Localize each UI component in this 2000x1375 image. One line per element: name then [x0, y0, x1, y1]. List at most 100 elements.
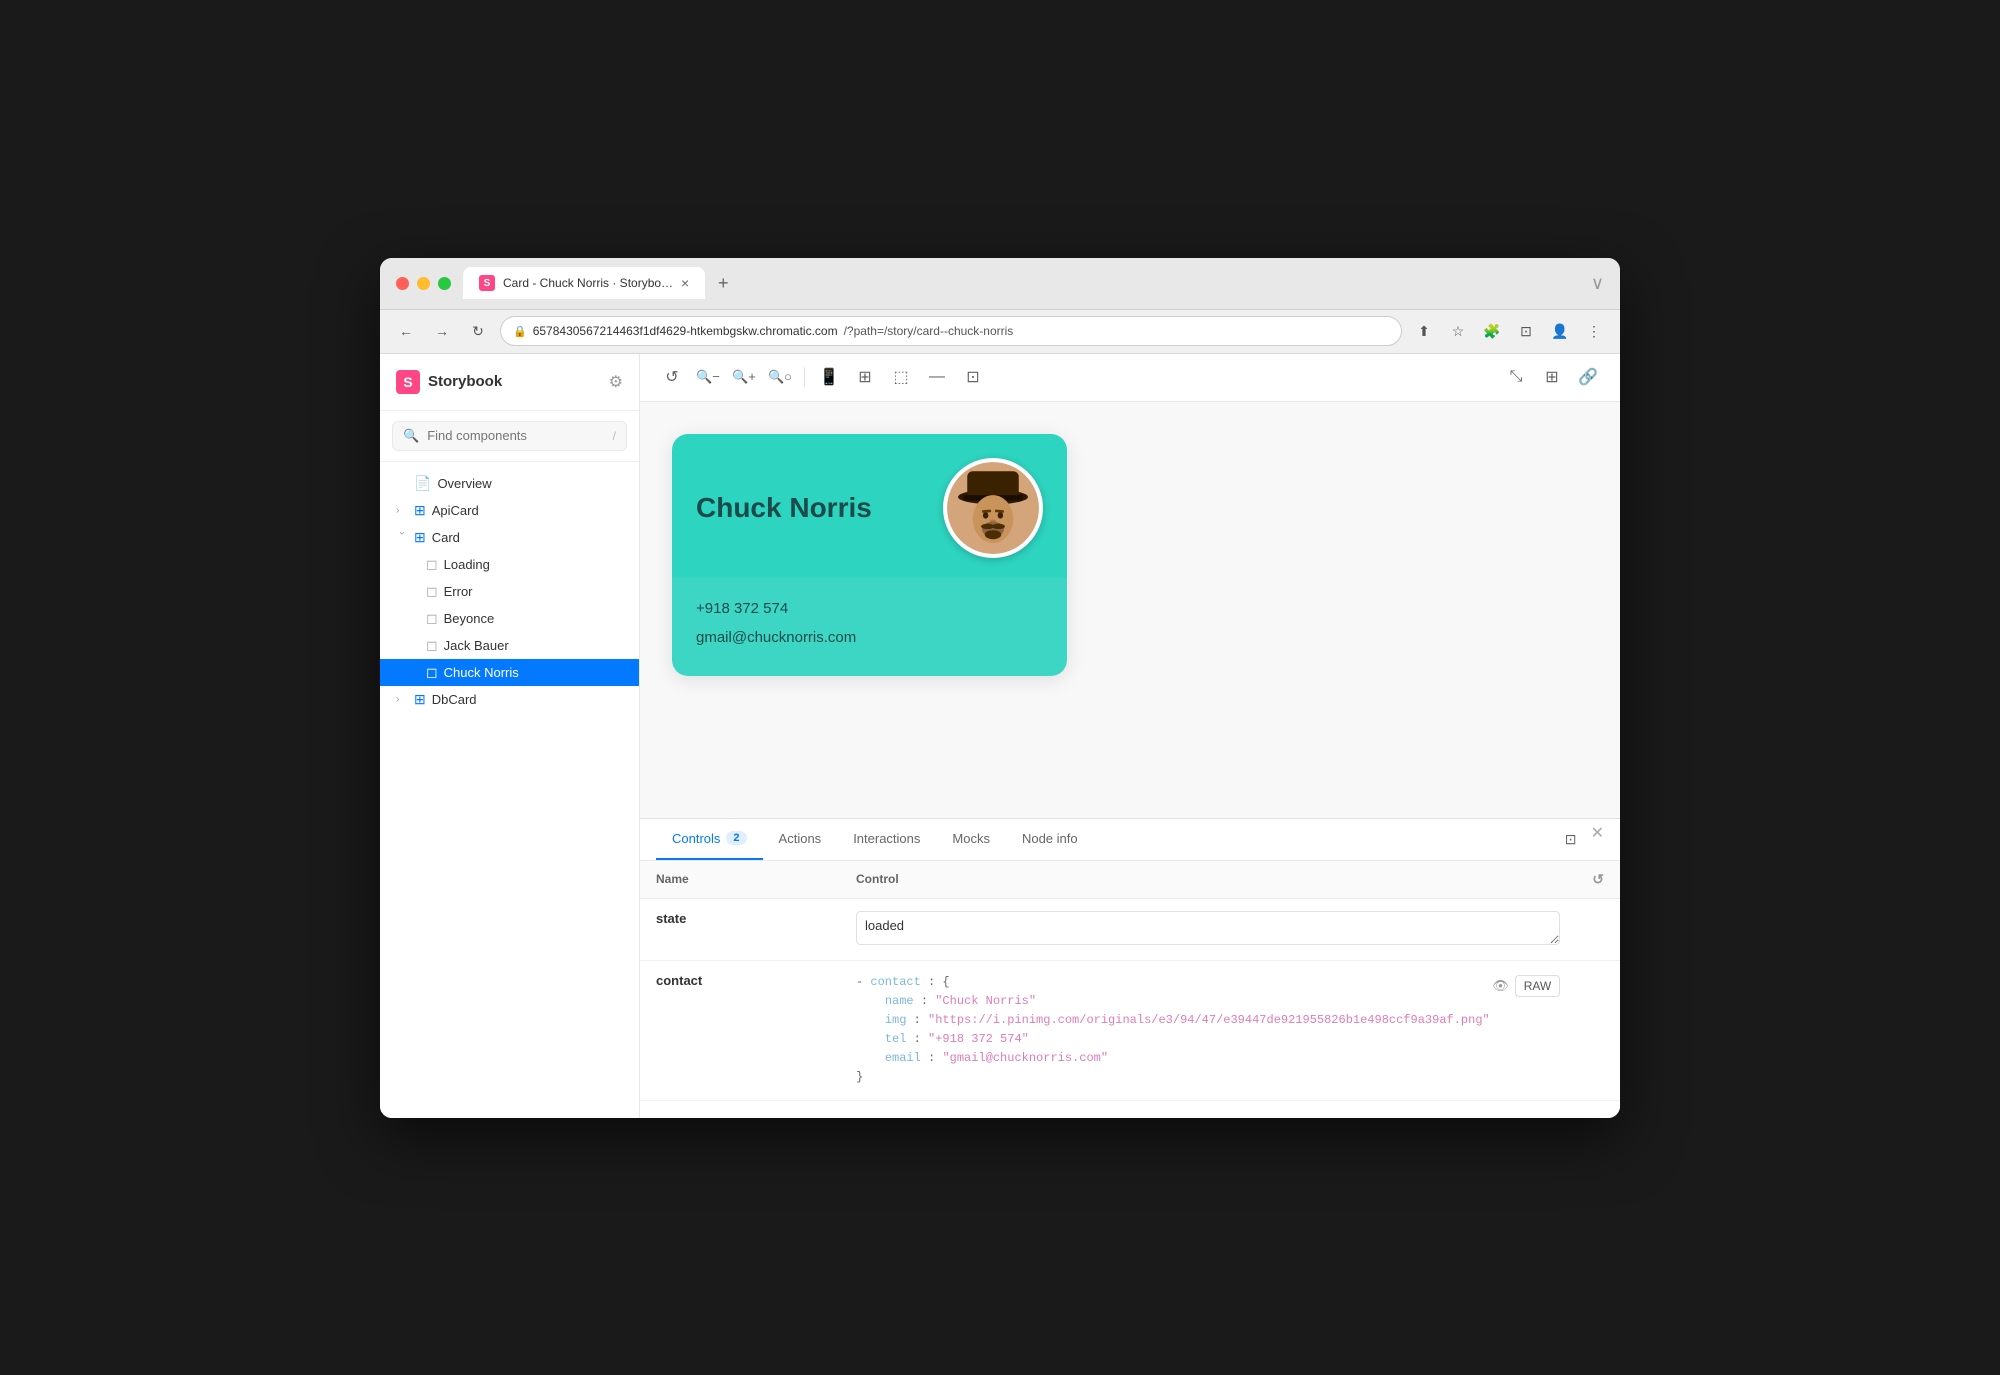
traffic-lights — [396, 277, 451, 290]
grid-view-button[interactable]: ⊞ — [849, 361, 881, 393]
forward-button[interactable]: → — [428, 317, 456, 345]
active-tab[interactable]: S Card - Chuck Norris · Storybo… × — [463, 267, 705, 299]
json-name-val: "Chuck Norris" — [935, 994, 1036, 1008]
table-row: state loaded — [640, 898, 1620, 960]
card-phone-row: +918 372 574 — [696, 594, 1043, 623]
json-colon: : { — [921, 975, 950, 989]
browser-window: S Card - Chuck Norris · Storybo… × + ∨ ←… — [380, 258, 1620, 1118]
lock-icon: 🔒 — [513, 325, 527, 338]
zoom-in-button[interactable]: 🔍+ — [728, 361, 760, 393]
tab-mocks-label: Mocks — [952, 831, 990, 846]
control-value-cell: loaded — [840, 898, 1576, 960]
zoom-reset-button[interactable]: 🔍○ — [764, 361, 796, 393]
contact-card: Chuck Norris — [672, 434, 1067, 676]
tab-controls[interactable]: Controls 2 — [656, 819, 763, 860]
json-email-val: "gmail@chucknorris.com" — [942, 1051, 1108, 1065]
bottom-panel: Controls 2 Actions Interactions Mocks No… — [640, 818, 1620, 1118]
story-icon: ◻ — [426, 610, 438, 627]
reset-all-icon[interactable]: ↺ — [1592, 871, 1604, 887]
control-name: state — [656, 911, 686, 926]
address-domain: 6578430567214463f1df4629-htkembgskw.chro… — [533, 324, 838, 338]
card-email-row: gmail@chucknorris.com — [696, 623, 1043, 652]
fullscreen-button[interactable]: ⤡ — [1500, 361, 1532, 393]
table-row: contact - contact : { name : "Chuck Norr… — [640, 960, 1620, 1100]
sidebar-search: 🔍 / — [380, 411, 639, 462]
search-shortcut: / — [613, 429, 616, 443]
json-contact-key: contact — [870, 975, 920, 989]
eye-icon[interactable]: 👁 — [1492, 978, 1509, 994]
tab-controls-label: Controls — [672, 831, 720, 846]
sidebar-item-card[interactable]: › ⊞ Card — [380, 524, 639, 551]
sidebar-item-label: Beyonce — [444, 611, 495, 626]
tab-mocks[interactable]: Mocks — [936, 819, 1006, 860]
sidebar-item-loading[interactable]: ◻ Loading — [380, 551, 639, 578]
refresh-button[interactable]: ↺ — [656, 361, 688, 393]
sidebar-item-label: DbCard — [432, 692, 477, 707]
panel-layout-button[interactable]: ⊡ — [1555, 823, 1587, 855]
search-input[interactable] — [427, 428, 604, 443]
controls-table: Name Control ↺ state — [640, 861, 1620, 1101]
profile-button[interactable]: 👤 — [1546, 317, 1574, 345]
raw-button[interactable]: RAW — [1515, 975, 1561, 997]
storybook-logo: S Storybook — [396, 370, 502, 394]
side-by-side-button[interactable]: ⬚ — [885, 361, 917, 393]
bookmark-button[interactable]: ☆ — [1444, 317, 1472, 345]
tab-close-button[interactable]: × — [681, 275, 689, 291]
control-reset-cell — [1576, 960, 1620, 1100]
story-icon: ◻ — [426, 583, 438, 600]
name-column-header: Name — [640, 861, 840, 899]
json-img-key: img — [885, 1013, 907, 1027]
back-button[interactable]: ← — [392, 317, 420, 345]
sidebar-header: S Storybook ⚙ — [380, 354, 639, 411]
menu-button[interactable]: ⋮ — [1580, 317, 1608, 345]
zoom-out-button[interactable]: 🔍− — [692, 361, 724, 393]
reload-button[interactable]: ↻ — [464, 317, 492, 345]
stacked-button[interactable]: — — [921, 361, 953, 393]
sidebar-item-chucknorris[interactable]: ◻ Chuck Norris — [380, 659, 639, 686]
panel-close-button[interactable]: ✕ — [1591, 823, 1604, 855]
divider — [804, 367, 805, 387]
json-img-val: "https://i.pinimg.com/originals/e3/94/47… — [928, 1013, 1490, 1027]
browser-tabs: S Card - Chuck Norris · Storybo… × + — [463, 267, 1579, 299]
sidebar-item-beyonce[interactable]: ◻ Beyonce — [380, 605, 639, 632]
sidebar-item-jackbauer[interactable]: ◻ Jack Bauer — [380, 632, 639, 659]
sidebar-item-overview[interactable]: 📄 Overview — [380, 470, 639, 497]
json-email-key: email — [885, 1051, 921, 1065]
minimize-button[interactable] — [417, 277, 430, 290]
storybook-icon: S — [396, 370, 420, 394]
chevron-icon: › — [397, 531, 408, 543]
sidebar-item-label: Jack Bauer — [444, 638, 509, 653]
mobile-view-button[interactable]: 📱 — [813, 361, 845, 393]
share-button[interactable]: ⬆ — [1410, 317, 1438, 345]
state-control-input[interactable]: loaded — [856, 911, 1560, 945]
box-button[interactable]: ⊡ — [957, 361, 989, 393]
json-viewer: - contact : { name : "Chuck Norris" img … — [856, 973, 1490, 1088]
tab-interactions[interactable]: Interactions — [837, 819, 936, 860]
sidebar-item-label: Card — [432, 530, 460, 545]
sidebar-item-error[interactable]: ◻ Error — [380, 578, 639, 605]
split-view-button[interactable]: ⊡ — [1512, 317, 1540, 345]
tab-favicon: S — [479, 275, 495, 291]
sidebar-item-label: Overview — [437, 476, 491, 491]
new-tab-button[interactable]: + — [709, 269, 737, 297]
maximize-button[interactable] — [438, 277, 451, 290]
close-button[interactable] — [396, 277, 409, 290]
tab-actions[interactable]: Actions — [763, 819, 838, 860]
card-phone: +918 372 574 — [696, 600, 788, 617]
canvas-area: Chuck Norris — [640, 402, 1620, 818]
sidebar-tree: 📄 Overview › ⊞ ApiCard › ⊞ Card — [380, 462, 639, 1118]
component-icon: ⊞ — [414, 529, 426, 546]
sidebar-item-apicard[interactable]: › ⊞ ApiCard — [380, 497, 639, 524]
sidebar: S Storybook ⚙ 🔍 / 📄 Overview — [380, 354, 640, 1118]
open-new-window-button[interactable]: ⊞ — [1536, 361, 1568, 393]
window-controls[interactable]: ∨ — [1591, 273, 1604, 294]
copy-link-button[interactable]: 🔗 — [1572, 361, 1604, 393]
sidebar-settings-button[interactable]: ⚙ — [609, 372, 623, 392]
storybook-title: Storybook — [428, 373, 502, 390]
sidebar-item-dbcard[interactable]: › ⊞ DbCard — [380, 686, 639, 713]
reset-column-header: ↺ — [1576, 861, 1620, 899]
address-bar[interactable]: 🔒 6578430567214463f1df4629-htkembgskw.ch… — [500, 316, 1402, 346]
search-icon: 🔍 — [403, 428, 419, 444]
extensions-button[interactable]: 🧩 — [1478, 317, 1506, 345]
tab-nodeinfo[interactable]: Node info — [1006, 819, 1094, 860]
